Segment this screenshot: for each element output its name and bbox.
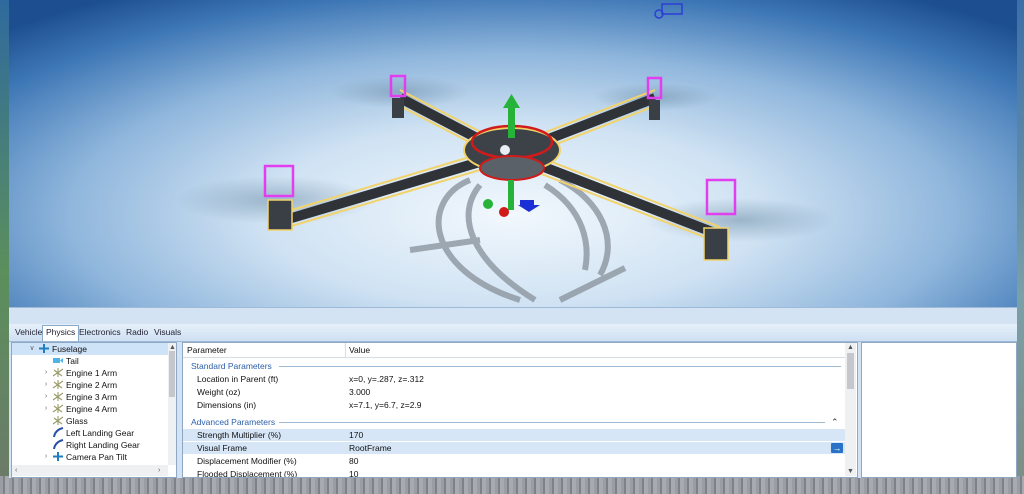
params-scroll-thumb[interactable] — [847, 353, 854, 389]
section-divider — [279, 422, 825, 423]
tree-item-label: Glass — [66, 416, 88, 426]
tree-item[interactable]: › Engine 3 Arm — [12, 391, 168, 403]
scroll-left-icon[interactable]: ‹ — [15, 466, 17, 475]
tree-item-label: Tail — [66, 356, 79, 366]
param-value[interactable]: 170 — [349, 429, 363, 441]
section-label: Advanced Parameters — [191, 417, 276, 427]
params-vertical-scrollbar[interactable]: ▲ ▼ — [845, 343, 856, 476]
quadcopter-model[interactable] — [0, 0, 1024, 307]
tab-vehicle[interactable]: Vehicle — [12, 326, 45, 339]
tree-item[interactable]: › Engine 4 Arm — [12, 403, 168, 415]
param-name: Weight (oz) — [197, 387, 241, 397]
landing-gear-icon — [52, 439, 64, 450]
tree-item-label: Engine 3 Arm — [66, 392, 118, 402]
tree-item-label: Fuselage — [52, 344, 87, 354]
engine-arm-icon — [52, 415, 64, 426]
landing-gear-icon — [52, 427, 64, 438]
tree-item-label: Left Landing Gear — [66, 428, 135, 438]
param-name: Location in Parent (ft) — [197, 374, 279, 384]
camera-icon — [52, 355, 64, 366]
tree-item[interactable]: › Engine 1 Arm — [12, 367, 168, 379]
scroll-right-icon[interactable]: › — [158, 466, 160, 475]
tree-vertical-scrollbar[interactable]: ▲ — [168, 343, 176, 465]
tree-scroll-thumb[interactable] — [169, 351, 175, 397]
tree-item-label: Right Landing Gear — [66, 440, 140, 450]
tree-item[interactable]: › Camera Pan Tilt — [12, 451, 168, 463]
chevron-right-icon[interactable]: › — [42, 379, 50, 391]
background-strip-right — [1017, 0, 1024, 494]
chevron-right-icon[interactable]: › — [42, 451, 50, 463]
tree-item[interactable]: › Engine 2 Arm — [12, 379, 168, 391]
component-tree[interactable]: ∨ Fuselage Tail › Engine 1 Arm › Engine 2 Arm ›… — [11, 342, 177, 478]
tree-item[interactable]: Right Landing Gear — [12, 439, 168, 451]
param-name: Displacement Modifier (%) — [197, 456, 297, 466]
header-value[interactable]: Value — [349, 345, 370, 356]
param-value[interactable]: x=0, y=.287, z=.312 — [349, 373, 424, 385]
engine-arm-icon — [52, 403, 64, 414]
param-value[interactable]: 10 — [349, 468, 358, 477]
header-parameter[interactable]: Parameter — [187, 345, 227, 356]
tab-physics[interactable]: Physics — [42, 325, 80, 341]
param-row[interactable]: Flooded Displacement (%) 10 — [183, 468, 845, 478]
tree-item-label: Engine 2 Arm — [66, 380, 118, 390]
plus-fuselage-icon — [52, 451, 64, 462]
param-name: Dimensions (in) — [197, 400, 257, 410]
tree-item-label: Engine 4 Arm — [66, 404, 118, 414]
section-label: Standard Parameters — [191, 361, 272, 371]
section-standard-parameters: Standard Parameters — [183, 360, 845, 372]
param-row[interactable]: Displacement Modifier (%) 80 — [183, 455, 845, 467]
engine-arm-icon — [52, 379, 64, 390]
tree-item[interactable]: Glass — [12, 415, 168, 427]
preview-pane — [861, 342, 1017, 478]
tree-item[interactable]: Left Landing Gear — [12, 427, 168, 439]
tree-item[interactable]: Tail — [12, 355, 168, 367]
tree-item-label: Camera Pan Tilt — [66, 452, 127, 462]
ground-texture — [0, 476, 1024, 494]
background-strip-left — [0, 0, 9, 494]
tree-item[interactable]: ∨ Fuselage — [12, 343, 168, 355]
tab-radio[interactable]: Radio — [123, 326, 151, 339]
parameter-grid[interactable]: Parameter Value Standard Parameters Loca… — [182, 342, 858, 478]
scroll-down-icon[interactable]: ▼ — [847, 467, 854, 476]
scroll-up-icon[interactable]: ▲ — [847, 343, 854, 352]
param-row[interactable]: Dimensions (in) x=7.1, y=6.7, z=2.9 — [183, 399, 845, 411]
3d-viewport[interactable] — [0, 0, 1024, 307]
chevron-right-icon[interactable]: › — [42, 391, 50, 403]
goto-arrow-icon[interactable]: → — [831, 443, 843, 453]
plus-fuselage-icon — [38, 343, 50, 354]
section-divider — [279, 366, 841, 367]
tab-electronics[interactable]: Electronics — [76, 326, 124, 339]
param-row[interactable]: Location in Parent (ft) x=0, y=.287, z=.… — [183, 373, 845, 385]
chevron-right-icon[interactable]: › — [42, 367, 50, 379]
param-value[interactable]: RootFrame — [349, 442, 392, 454]
param-row[interactable]: Weight (oz) 3.000 — [183, 386, 845, 398]
engine-arm-icon — [52, 367, 64, 378]
param-row[interactable]: Strength Multiplier (%) 170 — [183, 429, 845, 441]
editor-panel: Vehicle Physics Electronics Radio Visual… — [9, 307, 1017, 478]
tree-horizontal-scrollbar[interactable]: ‹ › — [12, 465, 168, 476]
param-name: Visual Frame — [197, 443, 247, 453]
chevron-right-icon[interactable]: › — [42, 403, 50, 415]
landing-gear — [409, 177, 627, 303]
chevron-down-icon[interactable]: ∨ — [28, 343, 36, 355]
tab-bar: Vehicle Physics Electronics Radio Visual… — [9, 324, 1017, 342]
tree-item-label: Engine 1 Arm — [66, 368, 118, 378]
header-divider[interactable] — [345, 343, 346, 357]
param-row[interactable]: Visual Frame RootFrame → — [183, 442, 845, 454]
param-name: Strength Multiplier (%) — [197, 430, 282, 440]
section-advanced-parameters[interactable]: Advanced Parameters ⌃ — [183, 416, 845, 428]
param-value[interactable]: 80 — [349, 455, 358, 467]
tab-visuals[interactable]: Visuals — [151, 326, 184, 339]
collapse-chevron-icon[interactable]: ⌃ — [831, 416, 839, 428]
camera-gizmo-icon — [654, 3, 683, 19]
param-value[interactable]: 3.000 — [349, 386, 370, 398]
parameter-grid-header: Parameter Value — [183, 343, 845, 358]
param-name: Flooded Displacement (%) — [197, 469, 298, 478]
engine-arm-icon — [52, 391, 64, 402]
param-value[interactable]: x=7.1, y=6.7, z=2.9 — [349, 399, 422, 411]
